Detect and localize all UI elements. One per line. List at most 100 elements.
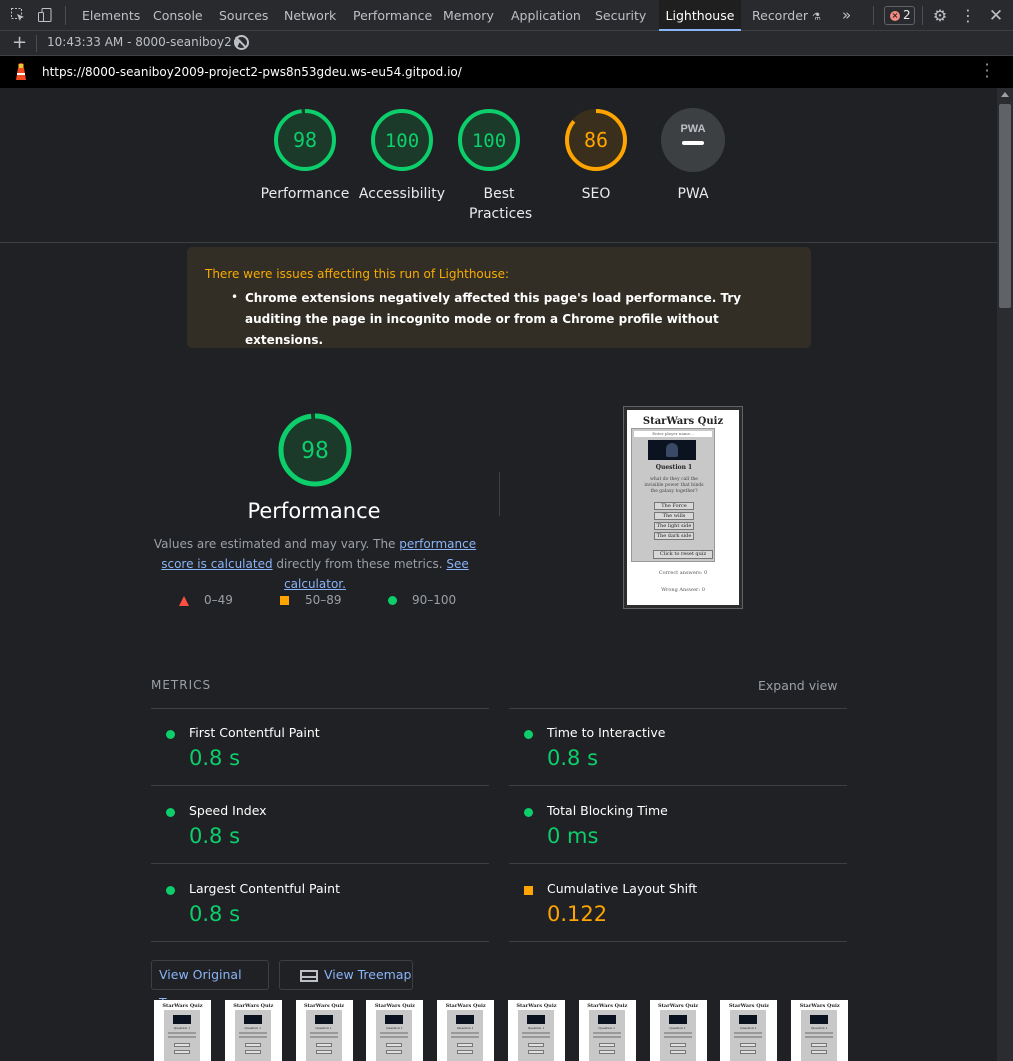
frame-image — [385, 1015, 404, 1024]
pwa-badge-text: PWA — [680, 123, 705, 135]
filmstrip-frame: StarWars Quiz Question 1 — [295, 1000, 353, 1061]
metric-value: 0.8 s — [189, 824, 241, 848]
frame-question: Question 1 — [315, 1026, 332, 1030]
answer-button: The dark side — [654, 532, 694, 540]
frame-title: StarWars Quiz — [516, 1003, 557, 1009]
frame-image — [668, 1015, 687, 1024]
lighthouse-report: 98 Performance 100 Accessibility 100 Bes… — [0, 88, 997, 1061]
filmstrip-frame: StarWars Quiz Question 1 — [366, 1000, 424, 1061]
expand-view-toggle[interactable]: Expand view — [758, 678, 838, 693]
frame-text-line — [734, 1036, 763, 1038]
tab-performance[interactable]: Performance — [353, 0, 432, 31]
run-warnings-box: There were issues affecting this run of … — [187, 247, 811, 348]
view-original-trace-button[interactable]: View Original Trace — [151, 960, 269, 1010]
score-gauge-seo[interactable]: 86 SEO — [546, 108, 646, 204]
scrollbar-thumb[interactable] — [999, 104, 1011, 308]
more-tabs-icon[interactable]: » — [842, 0, 851, 31]
gauge-score: 98 — [293, 128, 317, 152]
new-report-button[interactable]: + — [12, 32, 27, 54]
frame-button — [386, 1043, 403, 1047]
frame-panel: Question 1 — [447, 1010, 484, 1061]
frame-image — [739, 1015, 758, 1024]
device-toolbar-icon[interactable] — [36, 7, 54, 25]
frame-question: Question 1 — [386, 1026, 403, 1030]
warning-title: There were issues affecting this run of … — [205, 267, 510, 281]
metric-name: Total Blocking Time — [547, 803, 668, 818]
flask-icon: ⚗ — [812, 12, 821, 23]
score-gauge-accessibility[interactable]: 100 Accessibility — [352, 108, 452, 204]
quiz-image — [648, 440, 696, 460]
frame-text-line — [805, 1032, 834, 1034]
frame-button — [457, 1043, 474, 1047]
treemap-icon — [300, 970, 318, 982]
frame-button — [598, 1050, 615, 1054]
report-scrollbar[interactable] — [997, 88, 1013, 1061]
score-gauge-best-practices[interactable]: 100 Best Practices — [449, 108, 532, 224]
scroll-up-arrow-icon[interactable] — [1001, 92, 1009, 97]
frame-button — [811, 1043, 828, 1047]
desc-text: directly from these metrics. — [272, 557, 447, 571]
legend-range: 0–49 — [204, 593, 233, 607]
metric-name: Time to Interactive — [547, 725, 666, 740]
frame-button — [598, 1043, 615, 1047]
gauge-label: SEO — [581, 186, 611, 202]
frame-text-line — [522, 1036, 550, 1038]
toolbar-divider — [65, 6, 66, 25]
tab-recorder-label: Recorder — [752, 8, 809, 23]
settings-gear-icon[interactable]: ⚙ — [931, 7, 949, 25]
score-gauge-pwa[interactable]: PWA PWA — [643, 108, 743, 204]
frame-button — [528, 1043, 544, 1047]
frame-title: StarWars Quiz — [233, 1003, 274, 1009]
tab-lighthouse[interactable]: Lighthouse — [659, 0, 741, 31]
pass-circle-icon — [166, 886, 175, 895]
clear-reports-icon[interactable] — [234, 35, 249, 50]
frame-image — [527, 1015, 545, 1024]
frame-title: StarWars Quiz — [728, 1003, 769, 1009]
metric-divider — [509, 708, 847, 709]
frame-text-line — [238, 1032, 267, 1034]
tab-elements[interactable]: Elements — [82, 0, 140, 31]
fail-triangle-icon — [179, 596, 189, 606]
tab-memory[interactable]: Memory — [443, 0, 494, 31]
report-select-dropdown[interactable]: 10:43:33 AM - 8000-seaniboy2 ▼ — [47, 35, 241, 49]
devtools-tab-bar: Elements Console Sources Network Perform… — [0, 0, 1013, 31]
tab-network[interactable]: Network — [284, 0, 336, 31]
question-heading: Question 1 — [655, 464, 693, 471]
final-screenshot[interactable]: StarWars Quiz Enter player name... Quest… — [623, 406, 743, 609]
player-name-input: Enter player name... — [634, 431, 712, 437]
frame-panel: Question 1 — [234, 1010, 271, 1061]
frame-title: StarWars Quiz — [587, 1003, 628, 1009]
tab-sources[interactable]: Sources — [219, 0, 268, 31]
metric-value: 0.8 s — [547, 746, 599, 770]
tab-application[interactable]: Application — [511, 0, 581, 31]
frame-button — [669, 1043, 686, 1047]
frame-text-line — [380, 1036, 409, 1038]
tab-security[interactable]: Security — [595, 0, 646, 31]
more-options-icon[interactable]: ⋮ — [959, 7, 977, 25]
frame-text-line — [734, 1032, 763, 1034]
frame-button — [740, 1050, 757, 1054]
frame-button — [386, 1050, 403, 1054]
frame-image — [314, 1015, 333, 1024]
inspect-element-icon[interactable] — [9, 7, 27, 25]
frame-button — [315, 1050, 332, 1054]
frame-image — [243, 1015, 262, 1024]
toolbar-divider — [873, 6, 874, 25]
tab-recorder[interactable]: Recorder ⚗ — [752, 0, 821, 31]
frame-image — [456, 1015, 475, 1024]
report-url-bar: https://8000-seaniboy2009-project2-pws8n… — [0, 56, 1013, 88]
tab-console[interactable]: Console — [153, 0, 203, 31]
gauge-score: 86 — [584, 128, 608, 152]
metrics-heading: METRICS — [151, 678, 212, 692]
frame-text-line — [168, 1032, 196, 1034]
filmstrip-frame: StarWars Quiz Question 1 — [224, 1000, 282, 1061]
frame-image — [173, 1015, 191, 1024]
frame-image — [597, 1015, 616, 1024]
report-menu-icon[interactable]: · · · — [981, 57, 993, 85]
close-devtools-icon[interactable]: ✕ — [987, 7, 1005, 25]
error-count: 2 — [903, 8, 911, 22]
score-gauge-performance[interactable]: 98 Performance — [255, 108, 355, 204]
view-treemap-button[interactable]: View Treemap — [279, 960, 413, 990]
quiz-panel: Enter player name... Question 1 what do … — [631, 428, 715, 562]
error-count-badge[interactable]: × 2 — [884, 6, 915, 25]
